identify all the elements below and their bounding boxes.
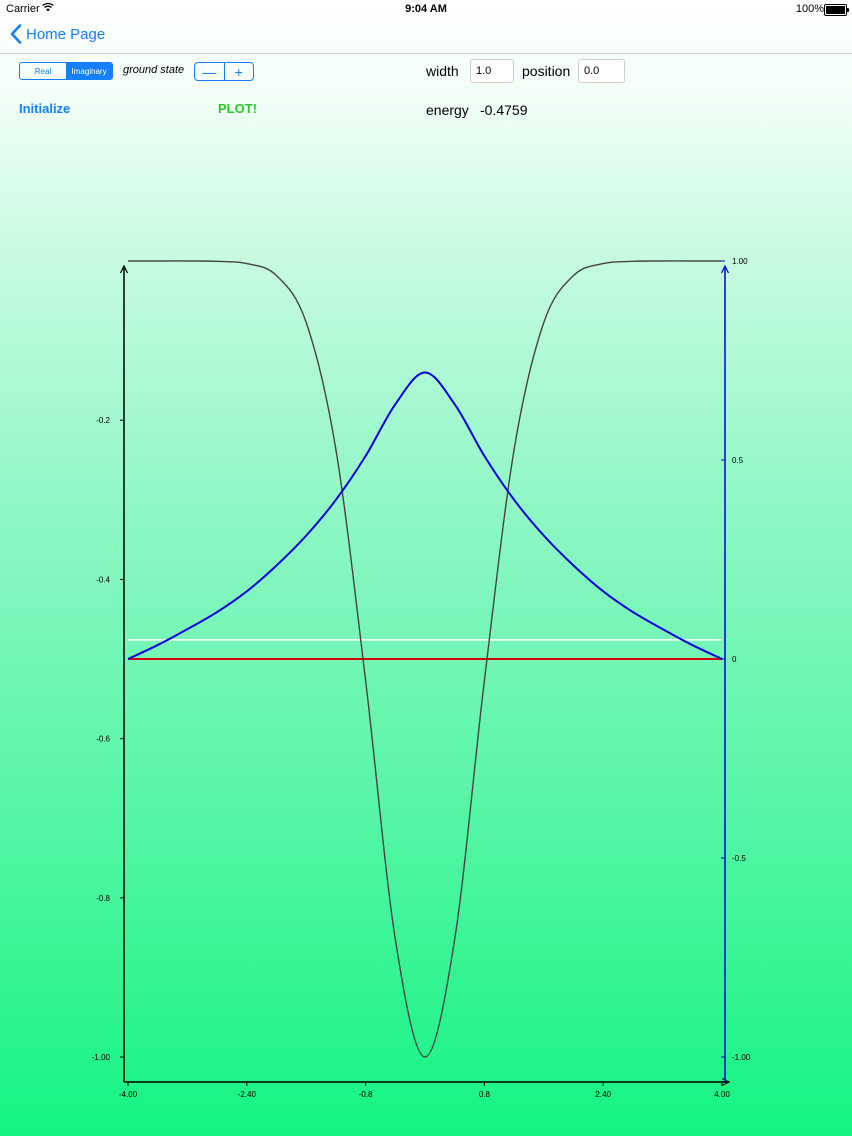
x-axis-tick-label: 2.40 — [595, 1090, 611, 1099]
left-axis-tick-label: -0.4 — [96, 575, 110, 584]
left-axis-ticks: -0.2 -0.4 -0.6 -0.8 -1.00 — [92, 416, 124, 1062]
x-axis-tick-label: -2.40 — [238, 1090, 257, 1099]
right-axis-tick-label: -1.00 — [732, 1053, 751, 1062]
left-axis-tick-label: -0.6 — [96, 735, 110, 744]
right-axis-tick-label: 0.5 — [732, 456, 744, 465]
axes-group — [119, 264, 731, 1087]
wavefunction-curve — [127, 371, 723, 660]
left-axis-tick-label: -1.00 — [92, 1053, 111, 1062]
left-axis-tick-label: -0.2 — [96, 416, 110, 425]
x-axis-tick-label: 0.8 — [479, 1090, 491, 1099]
right-axis-tick-label: -0.5 — [732, 854, 746, 863]
x-axis-ticks: -4.00 -2.40 -0.8 0.8 2.40 4.00 — [119, 1082, 730, 1099]
x-axis-tick-label: -0.8 — [359, 1090, 373, 1099]
wavefunction-plot: -0.2-0.4-0.6-0.8-1.00 1.000.50-0.5-1.00 … — [92, 257, 751, 1099]
x-axis-tick-label: -4.00 — [119, 1090, 138, 1099]
right-axis-tick-label: 1.00 — [732, 257, 748, 266]
right-axis-tick-label: 0 — [732, 655, 737, 664]
x-axis-tick-label: 4.00 — [714, 1090, 730, 1099]
left-axis-tick-label: -0.8 — [96, 894, 110, 903]
series-group — [127, 260, 723, 1058]
